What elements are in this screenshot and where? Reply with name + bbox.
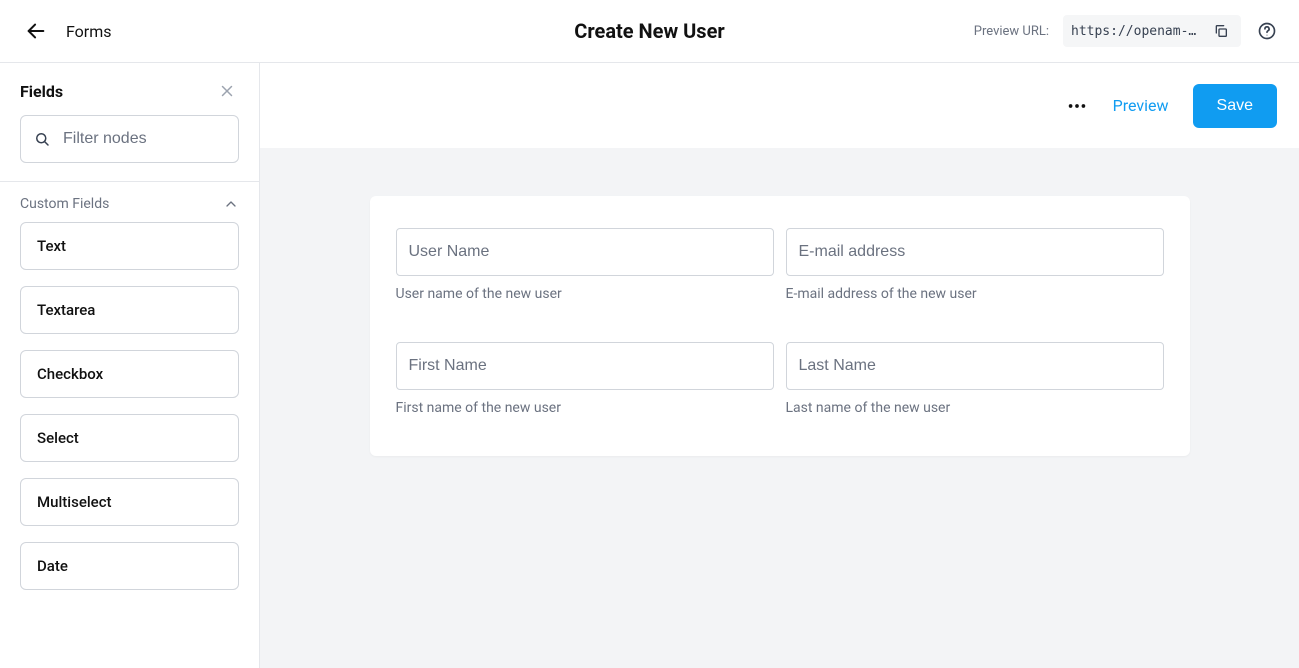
fields-sidebar: Fields Custom Fields Text Tex	[0, 63, 260, 668]
field-type-textarea[interactable]: Textarea	[20, 286, 239, 334]
close-sidebar-button[interactable]	[215, 79, 239, 103]
email-help: E-mail address of the new user	[786, 286, 1164, 302]
preview-url-box: https://openam-gov-…	[1063, 15, 1241, 47]
field-type-checkbox[interactable]: Checkbox	[20, 350, 239, 398]
field-type-date[interactable]: Date	[20, 542, 239, 590]
help-button[interactable]	[1255, 19, 1279, 43]
sidebar-header: Fields	[0, 63, 259, 115]
form-field-last-name: Last name of the new user	[786, 342, 1164, 416]
form-field-first-name: First name of the new user	[396, 342, 774, 416]
form-field-user-name: User name of the new user	[396, 228, 774, 302]
search-icon	[33, 130, 51, 148]
filter-nodes-input[interactable]	[63, 130, 226, 148]
search-box	[20, 115, 239, 163]
field-type-text[interactable]: Text	[20, 222, 239, 270]
breadcrumb[interactable]: Forms	[66, 22, 112, 41]
custom-fields-section-header[interactable]: Custom Fields	[0, 182, 259, 222]
preview-url-label: Preview URL:	[974, 24, 1049, 39]
sidebar-title: Fields	[20, 82, 63, 101]
field-type-multiselect[interactable]: Multiselect	[20, 478, 239, 526]
section-title: Custom Fields	[20, 196, 109, 212]
form-grid: User name of the new user E-mail address…	[396, 228, 1164, 416]
first-name-help: First name of the new user	[396, 400, 774, 416]
page-title: Create New User	[574, 19, 724, 43]
field-list: Text Textarea Checkbox Select Multiselec…	[0, 222, 259, 610]
last-name-input[interactable]	[786, 342, 1164, 390]
user-name-input[interactable]	[396, 228, 774, 276]
form-field-email: E-mail address of the new user	[786, 228, 1164, 302]
copy-icon	[1213, 23, 1229, 39]
arrow-left-icon	[25, 20, 47, 42]
last-name-help: Last name of the new user	[786, 400, 1164, 416]
save-button[interactable]: Save	[1193, 84, 1277, 128]
more-actions-button[interactable]	[1065, 94, 1089, 118]
more-horizontal-icon	[1066, 95, 1088, 117]
header-left: Forms	[24, 19, 112, 43]
email-input[interactable]	[786, 228, 1164, 276]
copy-button[interactable]	[1209, 19, 1233, 43]
form-canvas[interactable]: User name of the new user E-mail address…	[260, 148, 1299, 668]
main-layout: Fields Custom Fields Text Tex	[0, 63, 1299, 668]
chevron-up-icon	[223, 196, 239, 212]
help-icon	[1257, 21, 1277, 41]
preview-button[interactable]: Preview	[1113, 96, 1169, 115]
top-header: Forms Create New User Preview URL: https…	[0, 0, 1299, 63]
content-toolbar: Preview Save	[260, 63, 1299, 148]
field-type-select[interactable]: Select	[20, 414, 239, 462]
first-name-input[interactable]	[396, 342, 774, 390]
back-button[interactable]	[24, 19, 48, 43]
user-name-help: User name of the new user	[396, 286, 774, 302]
close-icon	[218, 82, 236, 100]
search-wrap	[0, 115, 259, 181]
header-right: Preview URL: https://openam-gov-…	[974, 15, 1279, 47]
preview-url-value: https://openam-gov-…	[1071, 24, 1201, 39]
content-area: Preview Save User name of the new user E…	[260, 63, 1299, 668]
form-card: User name of the new user E-mail address…	[370, 196, 1190, 456]
